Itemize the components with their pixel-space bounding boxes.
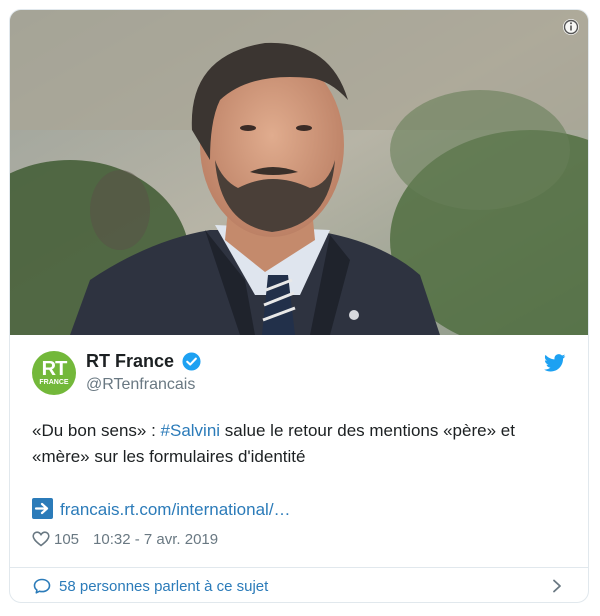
avatar-logo-subtext: FRANCE [39,379,69,386]
hashtag-link[interactable]: #Salvini [161,421,221,440]
tweet-card[interactable]: RT FRANCE RT France @RTenfrancais «Du bo… [9,9,589,603]
arrow-right-icon [32,498,53,519]
chevron-right-icon[interactable] [552,579,562,593]
tweet-text-prefix: «Du bon sens» : [32,421,161,440]
verified-badge-icon [182,352,201,371]
timestamp[interactable]: 10:32 - 7 avr. 2019 [93,531,218,548]
photo-of-man-in-suit [10,10,588,335]
link-url[interactable]: francais.rt.com/international/… [60,500,291,519]
tweet-text: «Du bon sens» : #Salvini salue le retour… [32,418,572,470]
like-count[interactable]: 105 [54,531,79,548]
tweet-photo[interactable] [10,10,588,335]
twitter-bird-icon[interactable] [544,354,566,372]
heart-icon[interactable] [32,531,50,547]
avatar[interactable]: RT FRANCE [32,351,76,395]
conversation-link[interactable]: 58 personnes parlent à ce sujet [10,568,588,602]
author-handle[interactable]: @RTenfrancais [86,376,195,394]
avatar-logo-text: RT [41,358,68,380]
info-icon[interactable] [562,18,580,36]
tweet-meta: 105 10:32 - 7 avr. 2019 [32,531,218,548]
tweet-link[interactable]: francais.rt.com/international/… [32,498,291,520]
speech-bubble-icon [33,578,51,594]
conversation-count-text[interactable]: 58 personnes parlent à ce sujet [59,578,268,595]
author-name[interactable]: RT France [86,351,174,372]
